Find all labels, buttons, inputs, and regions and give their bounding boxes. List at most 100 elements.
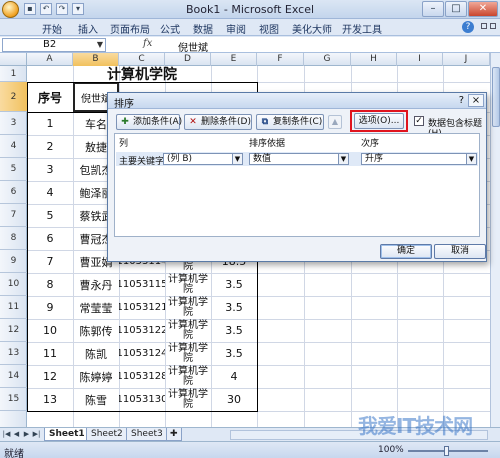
sheet-title-cell[interactable]: 计算机学院: [27, 66, 257, 82]
column-header[interactable]: A: [27, 53, 73, 66]
tab-developer[interactable]: 开发工具: [342, 21, 382, 36]
ok-button[interactable]: 确定: [380, 244, 432, 259]
ribbon-minimize-icon[interactable]: [481, 23, 487, 29]
table-cell[interactable]: 4: [211, 365, 257, 388]
table-cell[interactable]: 30: [211, 388, 257, 411]
table-cell[interactable]: 3.5: [211, 273, 257, 296]
row-header[interactable]: 11: [0, 296, 27, 319]
cancel-button[interactable]: 取消: [434, 244, 486, 259]
vertical-scrollbar[interactable]: [490, 53, 500, 427]
sheet-tab-1[interactable]: Sheet1: [44, 428, 90, 441]
tab-formulas[interactable]: 公式: [160, 21, 180, 36]
table-cell[interactable]: 计算机学院: [165, 342, 211, 365]
close-window-button[interactable]: ✕: [468, 1, 498, 17]
column-header[interactable]: H: [351, 53, 397, 66]
column-select[interactable]: (列 B) ▼: [163, 153, 243, 165]
table-cell[interactable]: 13: [27, 388, 73, 411]
row-header[interactable]: 15: [0, 388, 27, 411]
table-cell[interactable]: 7: [27, 250, 73, 273]
delete-level-button[interactable]: ✕ 删除条件(D): [184, 114, 252, 130]
row-header[interactable]: 2: [0, 82, 27, 112]
table-cell[interactable]: 2: [27, 135, 73, 158]
table-cell[interactable]: 1: [27, 112, 73, 135]
table-cell[interactable]: 11053115: [119, 273, 165, 296]
row-header[interactable]: 4: [0, 135, 27, 158]
order-select[interactable]: 升序 ▼: [361, 153, 477, 165]
table-cell[interactable]: 计算机学院: [165, 365, 211, 388]
first-sheet-icon[interactable]: |◀: [2, 429, 11, 439]
minimize-button[interactable]: –: [422, 1, 444, 17]
add-level-button[interactable]: ✚ 添加条件(A): [116, 114, 182, 130]
table-cell[interactable]: 计算机学院: [165, 273, 211, 296]
row-header[interactable]: 1: [0, 66, 27, 82]
chevron-down-icon[interactable]: ▼: [466, 154, 476, 164]
table-cell[interactable]: 11: [27, 342, 73, 365]
move-up-icon[interactable]: ▲: [328, 115, 342, 129]
table-cell[interactable]: 3.5: [211, 319, 257, 342]
formula-input[interactable]: 倪世斌: [178, 39, 208, 54]
table-cell[interactable]: 常莹莹: [73, 296, 119, 319]
tab-insert[interactable]: 插入: [78, 21, 98, 36]
row-header[interactable]: 5: [0, 158, 27, 181]
table-cell[interactable]: 10: [27, 319, 73, 342]
table-cell[interactable]: 8: [27, 273, 73, 296]
table-cell[interactable]: 11053121: [119, 296, 165, 319]
chevron-down-icon[interactable]: ▼: [338, 154, 348, 164]
column-header[interactable]: D: [165, 53, 211, 66]
table-cell[interactable]: 陈凯: [73, 342, 119, 365]
last-sheet-icon[interactable]: ▶|: [32, 429, 41, 439]
tab-beautify[interactable]: 美化大师: [292, 21, 332, 36]
name-box[interactable]: B2 ▼: [2, 38, 106, 52]
table-cell[interactable]: 3.5: [211, 342, 257, 365]
ribbon-restore-icon[interactable]: [490, 23, 496, 29]
row-header[interactable]: 9: [0, 250, 27, 273]
row-header[interactable]: 7: [0, 204, 27, 227]
sort-on-select[interactable]: 数值 ▼: [249, 153, 349, 165]
zoom-slider[interactable]: [408, 446, 488, 456]
insert-sheet-icon[interactable]: ✚: [166, 428, 182, 441]
header-cell-index[interactable]: 序号: [27, 82, 73, 112]
table-cell[interactable]: 6: [27, 227, 73, 250]
table-cell[interactable]: 计算机学院: [165, 319, 211, 342]
zoom-slider-knob[interactable]: [444, 446, 449, 456]
table-cell[interactable]: 11053124: [119, 342, 165, 365]
row-header[interactable]: 14: [0, 365, 27, 388]
column-header[interactable]: E: [211, 53, 257, 66]
chevron-down-icon[interactable]: ▼: [97, 39, 103, 51]
table-cell[interactable]: 11053122: [119, 319, 165, 342]
table-cell[interactable]: 陈婷婷: [73, 365, 119, 388]
tab-view[interactable]: 视图: [259, 21, 279, 36]
column-header[interactable]: J: [443, 53, 490, 66]
column-header[interactable]: B: [73, 53, 119, 66]
table-cell[interactable]: 计算机学院: [165, 296, 211, 319]
select-all-corner[interactable]: [0, 53, 27, 66]
scroll-thumb[interactable]: [492, 67, 500, 127]
table-cell[interactable]: 陈雪: [73, 388, 119, 411]
copy-level-button[interactable]: ⧉ 复制条件(C): [256, 114, 324, 130]
tab-data[interactable]: 数据: [193, 21, 213, 36]
sheet-tab-2[interactable]: Sheet2: [86, 428, 128, 441]
table-cell[interactable]: 曹永丹: [73, 273, 119, 296]
row-header[interactable]: 10: [0, 273, 27, 296]
table-cell[interactable]: 陈郭传: [73, 319, 119, 342]
chevron-down-icon[interactable]: ▼: [232, 154, 242, 164]
table-cell[interactable]: 11053130: [119, 388, 165, 411]
fx-icon[interactable]: fx: [143, 38, 152, 49]
table-cell[interactable]: 11053128: [119, 365, 165, 388]
table-cell[interactable]: 5: [27, 204, 73, 227]
table-cell[interactable]: 12: [27, 365, 73, 388]
row-header[interactable]: 8: [0, 227, 27, 250]
dialog-close-icon[interactable]: ×: [468, 94, 484, 107]
has-headers-checkbox[interactable]: ✓: [414, 116, 424, 126]
maximize-button[interactable]: □: [445, 1, 467, 17]
dialog-help-icon[interactable]: ?: [459, 95, 464, 106]
row-header[interactable]: 13: [0, 342, 27, 365]
table-cell[interactable]: 9: [27, 296, 73, 319]
help-icon[interactable]: ?: [462, 21, 474, 33]
column-header[interactable]: F: [257, 53, 304, 66]
table-cell[interactable]: 4: [27, 181, 73, 204]
prev-sheet-icon[interactable]: ◀: [12, 429, 21, 439]
column-header[interactable]: I: [397, 53, 443, 66]
table-cell[interactable]: 3.5: [211, 296, 257, 319]
tab-home[interactable]: 开始: [42, 21, 62, 36]
